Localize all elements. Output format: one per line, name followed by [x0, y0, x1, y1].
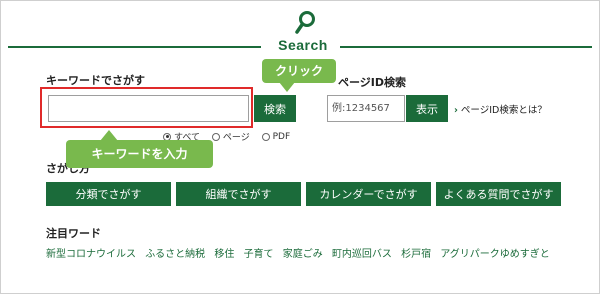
page-id-help-link[interactable]: › ページID検索とは？: [454, 102, 547, 116]
page-id-show-button[interactable]: 表示: [406, 95, 448, 122]
attention-word-link[interactable]: 杉戸宿: [401, 249, 431, 260]
callout-enter-keyword: キーワードを入力: [66, 140, 213, 168]
browse-by-faq-button[interactable]: よくある質問でさがす: [436, 182, 561, 206]
browse-by-calendar-button[interactable]: カレンダーでさがす: [306, 182, 431, 206]
attention-word-link[interactable]: 新型コロナウイルス: [46, 249, 136, 260]
attention-word-link[interactable]: 家庭ごみ: [283, 249, 323, 260]
header-rule-right: [340, 46, 592, 48]
attention-word-link[interactable]: 町内巡回バス: [332, 249, 392, 260]
chevron-right-icon: ›: [454, 105, 458, 116]
callout-click-arrow: [279, 82, 295, 92]
keyword-search-button[interactable]: 検索: [254, 95, 296, 122]
scope-option-label: PDF: [272, 131, 291, 142]
browse-by-category-button[interactable]: 分類でさがす: [46, 182, 171, 206]
browse-by-organization-button[interactable]: 組織でさがす: [176, 182, 301, 206]
scope-option-page[interactable]: ページ: [211, 130, 250, 143]
page-id-search-label: ページID検索: [338, 76, 407, 89]
page-id-input[interactable]: [327, 95, 405, 122]
attention-word-link[interactable]: 移住: [214, 249, 234, 260]
attention-word-link[interactable]: 子育て: [244, 249, 274, 260]
attention-words-list: 新型コロナウイルス ふるさと納税 移住 子育て 家庭ごみ 町内巡回バス 杉戸宿 …: [46, 245, 556, 260]
attention-words-label: 注目ワード: [46, 227, 101, 240]
keyword-search-label: キーワードでさがす: [46, 74, 145, 87]
radio-unselected-icon: [211, 132, 220, 141]
attention-word-link[interactable]: アグリパークゆめすぎと: [440, 249, 550, 260]
keyword-highlight-box: [40, 87, 253, 128]
callout-click: クリック: [262, 59, 336, 83]
header-rule-left: [8, 46, 261, 48]
scope-option-label: ページ: [222, 133, 250, 143]
search-title: Search: [278, 37, 328, 53]
scope-option-pdf[interactable]: PDF: [261, 131, 291, 142]
search-icon: [295, 11, 315, 34]
attention-word-link[interactable]: ふるさと納税: [145, 249, 205, 260]
page-id-help-label: ページID検索とは？: [460, 105, 547, 116]
radio-unselected-icon: [261, 132, 270, 141]
